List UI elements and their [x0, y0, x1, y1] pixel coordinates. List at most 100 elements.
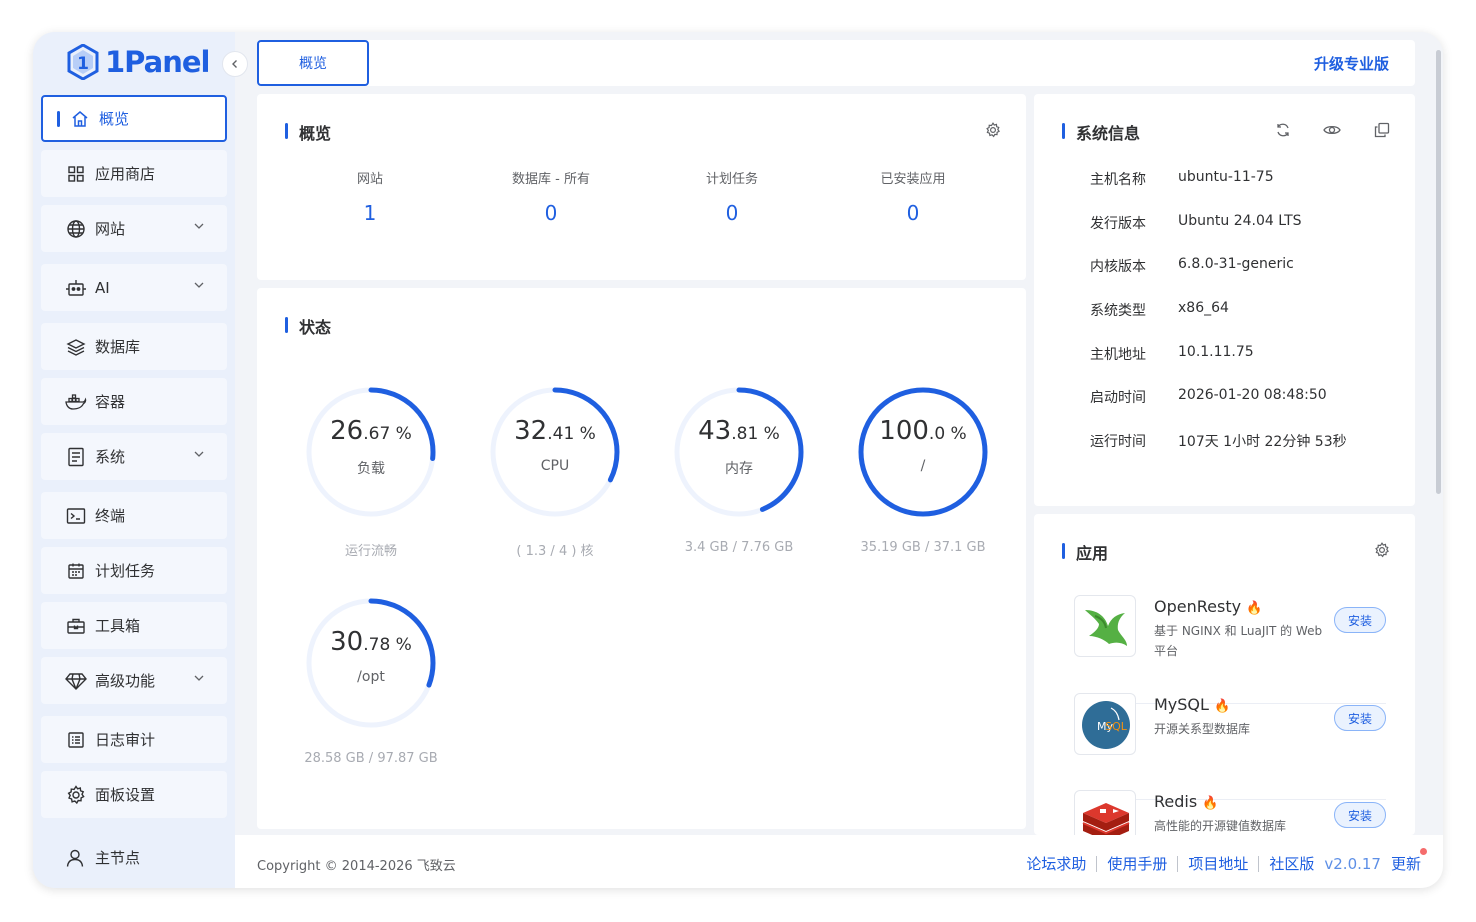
- gauge-unit: %: [574, 424, 596, 444]
- app-name: Redis 🔥: [1154, 792, 1218, 811]
- system-info-title: 系统信息: [1062, 120, 1140, 144]
- sidebar-item-terminal[interactable]: 终端: [41, 492, 227, 539]
- install-button[interactable]: 安装: [1334, 802, 1386, 828]
- app-description: 高性能的开源键值数据库: [1154, 819, 1287, 833]
- eye-icon[interactable]: [1323, 122, 1341, 138]
- node-selector[interactable]: 主节点: [65, 847, 140, 868]
- gauge-label: /: [920, 458, 926, 474]
- sidebar-item-label: 容器: [95, 393, 126, 411]
- divider: [1258, 855, 1260, 872]
- stat-value[interactable]: 0: [652, 201, 812, 225]
- app-name-text: OpenResty: [1154, 597, 1242, 616]
- gauge: 43.81 % 内存: [669, 382, 809, 522]
- stat-cron-jobs[interactable]: 计划任务 0: [652, 168, 812, 225]
- stat-value[interactable]: 0: [471, 201, 631, 225]
- manual-link[interactable]: 使用手册: [1107, 853, 1167, 874]
- sys-value: ubuntu-11-75: [1178, 169, 1274, 185]
- stat-websites[interactable]: 网站 1: [290, 168, 450, 225]
- gauge-percent-int: 100: [879, 416, 929, 446]
- sys-value: Ubuntu 24.04 LTS: [1178, 213, 1302, 229]
- gauge-percent: 43.81 %: [669, 416, 809, 446]
- app-item-redis[interactable]: Redis 🔥 高性能的开源键值数据库 安装: [1074, 790, 1386, 835]
- sys-key: 系统类型: [1090, 303, 1146, 319]
- sys-row-boot-time: 启动时间 2026-01-20 08:48:50: [1090, 387, 1327, 407]
- mysql-logo-icon: My SQL: [1074, 693, 1136, 755]
- file-list-icon: [65, 446, 87, 468]
- gauge-detail: ( 1.3 / 4 ) 核: [516, 544, 594, 559]
- gauge-detail: 28.58 GB / 97.87 GB: [304, 751, 438, 766]
- collapse-sidebar-button[interactable]: [222, 51, 248, 77]
- grid-icon: [65, 163, 87, 185]
- stat-label: 计划任务: [705, 172, 758, 187]
- gauge-percent-dec: .78: [363, 635, 391, 655]
- status-card: 状态 26.67 % 负载 运行流畅 32.41 % CPU( 1.3 / 4 ) 核4…: [257, 288, 1026, 829]
- sidebar-item-panel-settings[interactable]: 面板设置: [41, 771, 227, 818]
- copy-icon[interactable]: [1374, 122, 1390, 138]
- refresh-icon[interactable]: [1275, 122, 1291, 138]
- sidebar: 1 1Panel 概览 应用商店 网站 AI 数据库 容器 系统 终端 计划任务…: [33, 32, 248, 888]
- gauge-percent-int: 26: [330, 416, 364, 446]
- brand-logo[interactable]: 1 1Panel: [67, 42, 210, 82]
- sidebar-item-database[interactable]: 数据库: [41, 323, 227, 370]
- layers-icon: [65, 336, 87, 358]
- status-title: 状态: [285, 314, 331, 338]
- fire-icon: 🔥: [1214, 699, 1231, 714]
- sidebar-item-advanced[interactable]: 高级功能: [41, 657, 227, 704]
- app-description: 基于 NGINX 和 LuaJIT 的 Web 平台: [1154, 624, 1323, 658]
- gauge-label: 内存: [725, 461, 753, 477]
- sidebar-item-container[interactable]: 容器: [41, 378, 227, 425]
- gauge-unit: %: [758, 424, 780, 444]
- gauge-percent-int: 32: [514, 416, 548, 446]
- sys-row-kernel: 内核版本 6.8.0-31-generic: [1090, 256, 1294, 276]
- edition-link[interactable]: 社区版: [1269, 853, 1314, 874]
- sidebar-item-app-store[interactable]: 应用商店: [41, 150, 227, 197]
- stat-label: 网站: [356, 172, 383, 187]
- app-item-mysql[interactable]: My SQL MySQL 🔥 开源关系型数据库 安装: [1074, 693, 1386, 779]
- docker-icon: [65, 391, 87, 413]
- sidebar-item-website[interactable]: 网站: [41, 205, 227, 252]
- stat-databases[interactable]: 数据库 - 所有 0: [471, 168, 631, 225]
- chevron-down-icon: [194, 223, 204, 229]
- fire-icon: 🔥: [1246, 601, 1263, 616]
- app-description: 开源关系型数据库: [1154, 722, 1251, 736]
- tab-overview[interactable]: 概览: [257, 40, 369, 86]
- sidebar-item-cron[interactable]: 计划任务: [41, 547, 227, 594]
- sidebar-item-label: 概览: [99, 110, 130, 128]
- sys-row-address: 主机地址 10.1.11.75: [1090, 344, 1254, 364]
- app-item-openresty[interactable]: OpenResty 🔥 基于 NGINX 和 LuaJIT 的 Web 平台 安…: [1074, 595, 1386, 681]
- apps-card: 应用 OpenResty 🔥 基于 NGINX 和 LuaJIT 的 Web 平…: [1034, 514, 1415, 835]
- sys-value: 2026-01-20 08:48:50: [1178, 387, 1327, 403]
- gauge-label: 负载: [357, 461, 385, 477]
- sidebar-item-system[interactable]: 系统: [41, 433, 227, 480]
- gear-icon[interactable]: [985, 122, 1001, 138]
- svg-text:SQL: SQL: [1105, 720, 1128, 733]
- sys-row-arch: 系统类型 x86_64: [1090, 300, 1229, 320]
- gauge-percent: 26.67 %: [301, 416, 441, 446]
- upgrade-pro-link[interactable]: 升级专业版: [1314, 53, 1389, 74]
- install-button[interactable]: 安装: [1334, 705, 1386, 731]
- stat-value[interactable]: 1: [290, 201, 450, 225]
- app-name: MySQL 🔥: [1154, 695, 1230, 714]
- sys-value: 107天 1小时 22分钟 53秒: [1178, 434, 1347, 450]
- sidebar-item-ai[interactable]: AI: [41, 264, 227, 311]
- stat-label: 已安装应用: [880, 172, 946, 187]
- project-link[interactable]: 项目地址: [1188, 853, 1248, 874]
- sys-row-distribution: 发行版本 Ubuntu 24.04 LTS: [1090, 213, 1302, 233]
- sidebar-item-overview[interactable]: 概览: [41, 95, 227, 142]
- gauge-unit: %: [390, 635, 412, 655]
- version-label[interactable]: v2.0.17: [1324, 855, 1381, 873]
- install-button[interactable]: 安装: [1334, 607, 1386, 633]
- gauge-percent-dec: .81: [731, 424, 759, 444]
- update-link[interactable]: 更新: [1391, 848, 1428, 874]
- sidebar-item-toolbox[interactable]: 工具箱: [41, 602, 227, 649]
- gear-icon[interactable]: [1374, 542, 1390, 558]
- forum-link[interactable]: 论坛求助: [1026, 853, 1086, 874]
- gauge-ring: [490, 387, 620, 517]
- toolbox-icon: [65, 615, 87, 637]
- scrollbar[interactable]: [1436, 50, 1441, 494]
- stat-installed-apps[interactable]: 已安装应用 0: [833, 168, 993, 225]
- sidebar-item-log-audit[interactable]: 日志审计: [41, 716, 227, 763]
- gauge-ring: [306, 387, 436, 517]
- stat-value[interactable]: 0: [833, 201, 993, 225]
- sys-key: 运行时间: [1090, 434, 1146, 450]
